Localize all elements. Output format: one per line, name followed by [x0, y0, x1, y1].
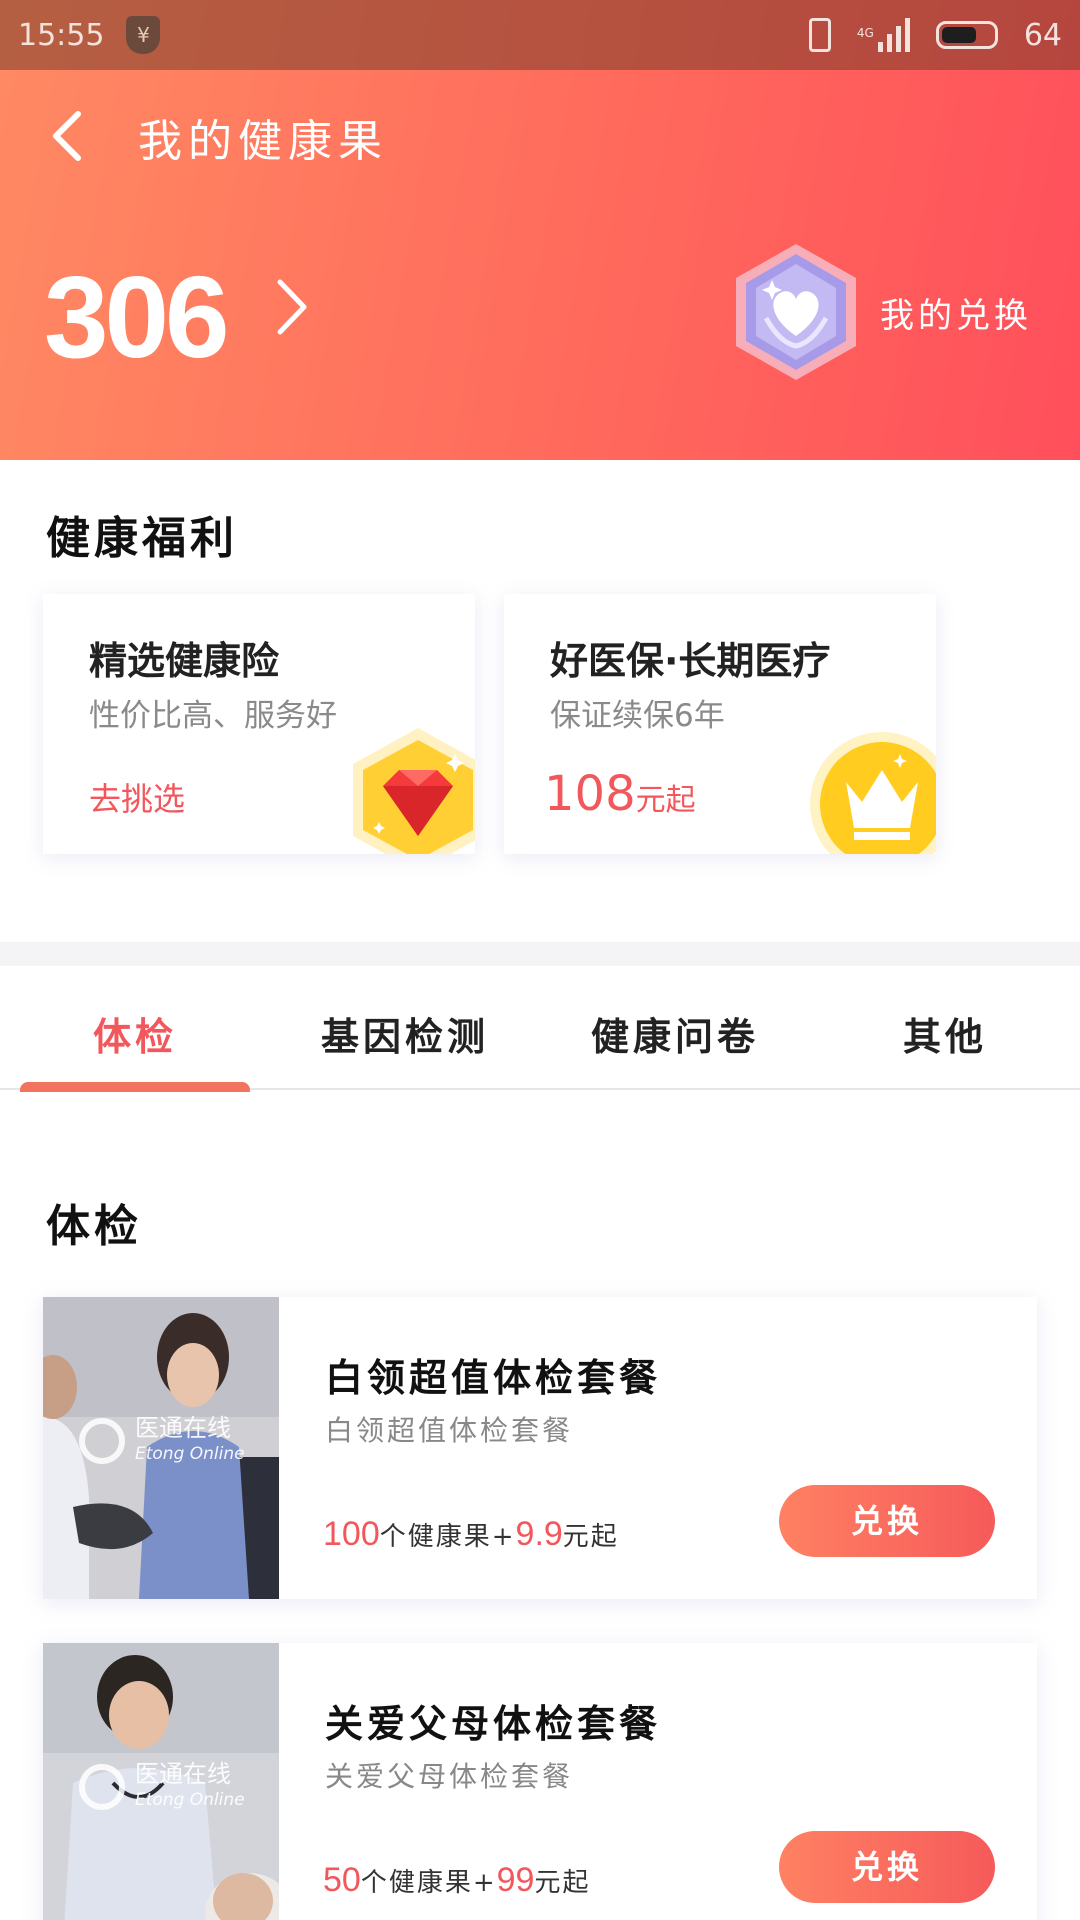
shield-icon: ¥	[126, 16, 161, 54]
tab-other[interactable]: 其他	[810, 1006, 1080, 1061]
cash-amount: 9.9	[515, 1515, 563, 1553]
product-price: 50个健康果+99元起	[323, 1861, 590, 1900]
product-name: 白领超值体检套餐	[325, 1355, 662, 1400]
exchange-button[interactable]: 兑换	[779, 1831, 995, 1903]
header: 15:55 ¥ 4G 64 我的健康果 306 我的兑换	[0, 0, 1080, 460]
chevron-left-icon[interactable]	[48, 108, 98, 168]
product-desc: 关爱父母体检套餐	[325, 1760, 574, 1793]
product-desc: 白领超值体检套餐	[325, 1414, 574, 1447]
product-image: 医通在线 Etong Online	[43, 1297, 279, 1599]
logo-text-en: Etong Online	[135, 1790, 245, 1810]
tab-indicator	[20, 1082, 250, 1092]
benefit-card-title: 好医保·长期医疗	[550, 639, 831, 683]
vibrate-icon	[808, 18, 831, 52]
battery-level: 64	[1023, 17, 1062, 53]
tab-health-survey[interactable]: 健康问卷	[540, 1006, 810, 1061]
logo-text: 医通在线	[135, 1414, 231, 1442]
points-unit: 个健康果+	[379, 1522, 516, 1552]
benefits-title: 健康福利	[46, 513, 238, 564]
product-image: 医通在线 Etong Online	[43, 1643, 279, 1920]
benefit-card-subtitle: 保证续保6年	[550, 698, 725, 734]
signal-icon: 4G	[857, 18, 910, 52]
tab-physical-exam[interactable]: 体检	[0, 1006, 270, 1061]
section-title: 体检	[46, 1201, 142, 1252]
status-bar: 15:55 ¥ 4G 64	[0, 0, 1080, 70]
exchange-button[interactable]: 兑换	[779, 1485, 995, 1557]
benefit-price: 108元起	[544, 766, 696, 822]
points-amount: 50	[323, 1861, 361, 1899]
cash-unit: 元起	[562, 1522, 619, 1552]
product-name: 关爱父母体检套餐	[325, 1701, 662, 1746]
price-unit: 元起	[635, 783, 696, 818]
benefit-card-insurance[interactable]: 精选健康险 性价比高、服务好 去挑选	[43, 594, 475, 854]
points-unit: 个健康果+	[360, 1868, 497, 1898]
section-divider	[0, 942, 1080, 966]
logo-text-en: Etong Online	[135, 1444, 245, 1464]
cash-unit: 元起	[534, 1868, 591, 1898]
category-tabs: 体检 基因检测 健康问卷 其他	[0, 966, 1080, 1090]
benefit-card-subtitle: 性价比高、服务好	[89, 698, 337, 734]
benefit-card-title: 精选健康险	[89, 639, 280, 683]
page-title: 我的健康果	[138, 116, 388, 167]
my-exchange-link[interactable]: 我的兑换	[880, 288, 1032, 337]
product-price: 100个健康果+9.9元起	[323, 1515, 619, 1554]
points-value[interactable]: 306	[44, 250, 230, 384]
logo-text: 医通在线	[135, 1760, 231, 1788]
crown-icon	[804, 724, 936, 854]
chevron-right-icon[interactable]	[272, 272, 312, 342]
product-card[interactable]: 医通在线 Etong Online 关爱父母体检套餐 关爱父母体检套餐 50个健康…	[43, 1643, 1037, 1920]
choose-link[interactable]: 去挑选	[89, 774, 185, 820]
tab-gene-test[interactable]: 基因检测	[270, 1006, 540, 1061]
heart-hexagon-icon[interactable]	[730, 240, 862, 384]
product-card[interactable]: 医通在线 Etong Online 白领超值体检套餐 白领超值体检套餐 100个健…	[43, 1297, 1037, 1599]
battery-icon	[935, 21, 998, 49]
network-type: 4G	[856, 26, 874, 40]
price-value: 108	[544, 766, 636, 822]
logo-watermark: 医通在线 Etong Online	[79, 1761, 245, 1813]
ruby-icon	[343, 724, 475, 854]
cash-amount: 99	[496, 1861, 535, 1899]
logo-watermark: 医通在线 Etong Online	[79, 1415, 245, 1467]
benefit-card-medical[interactable]: 好医保·长期医疗 保证续保6年 108元起	[504, 594, 936, 854]
points-amount: 100	[323, 1515, 380, 1553]
status-time: 15:55	[18, 17, 105, 53]
